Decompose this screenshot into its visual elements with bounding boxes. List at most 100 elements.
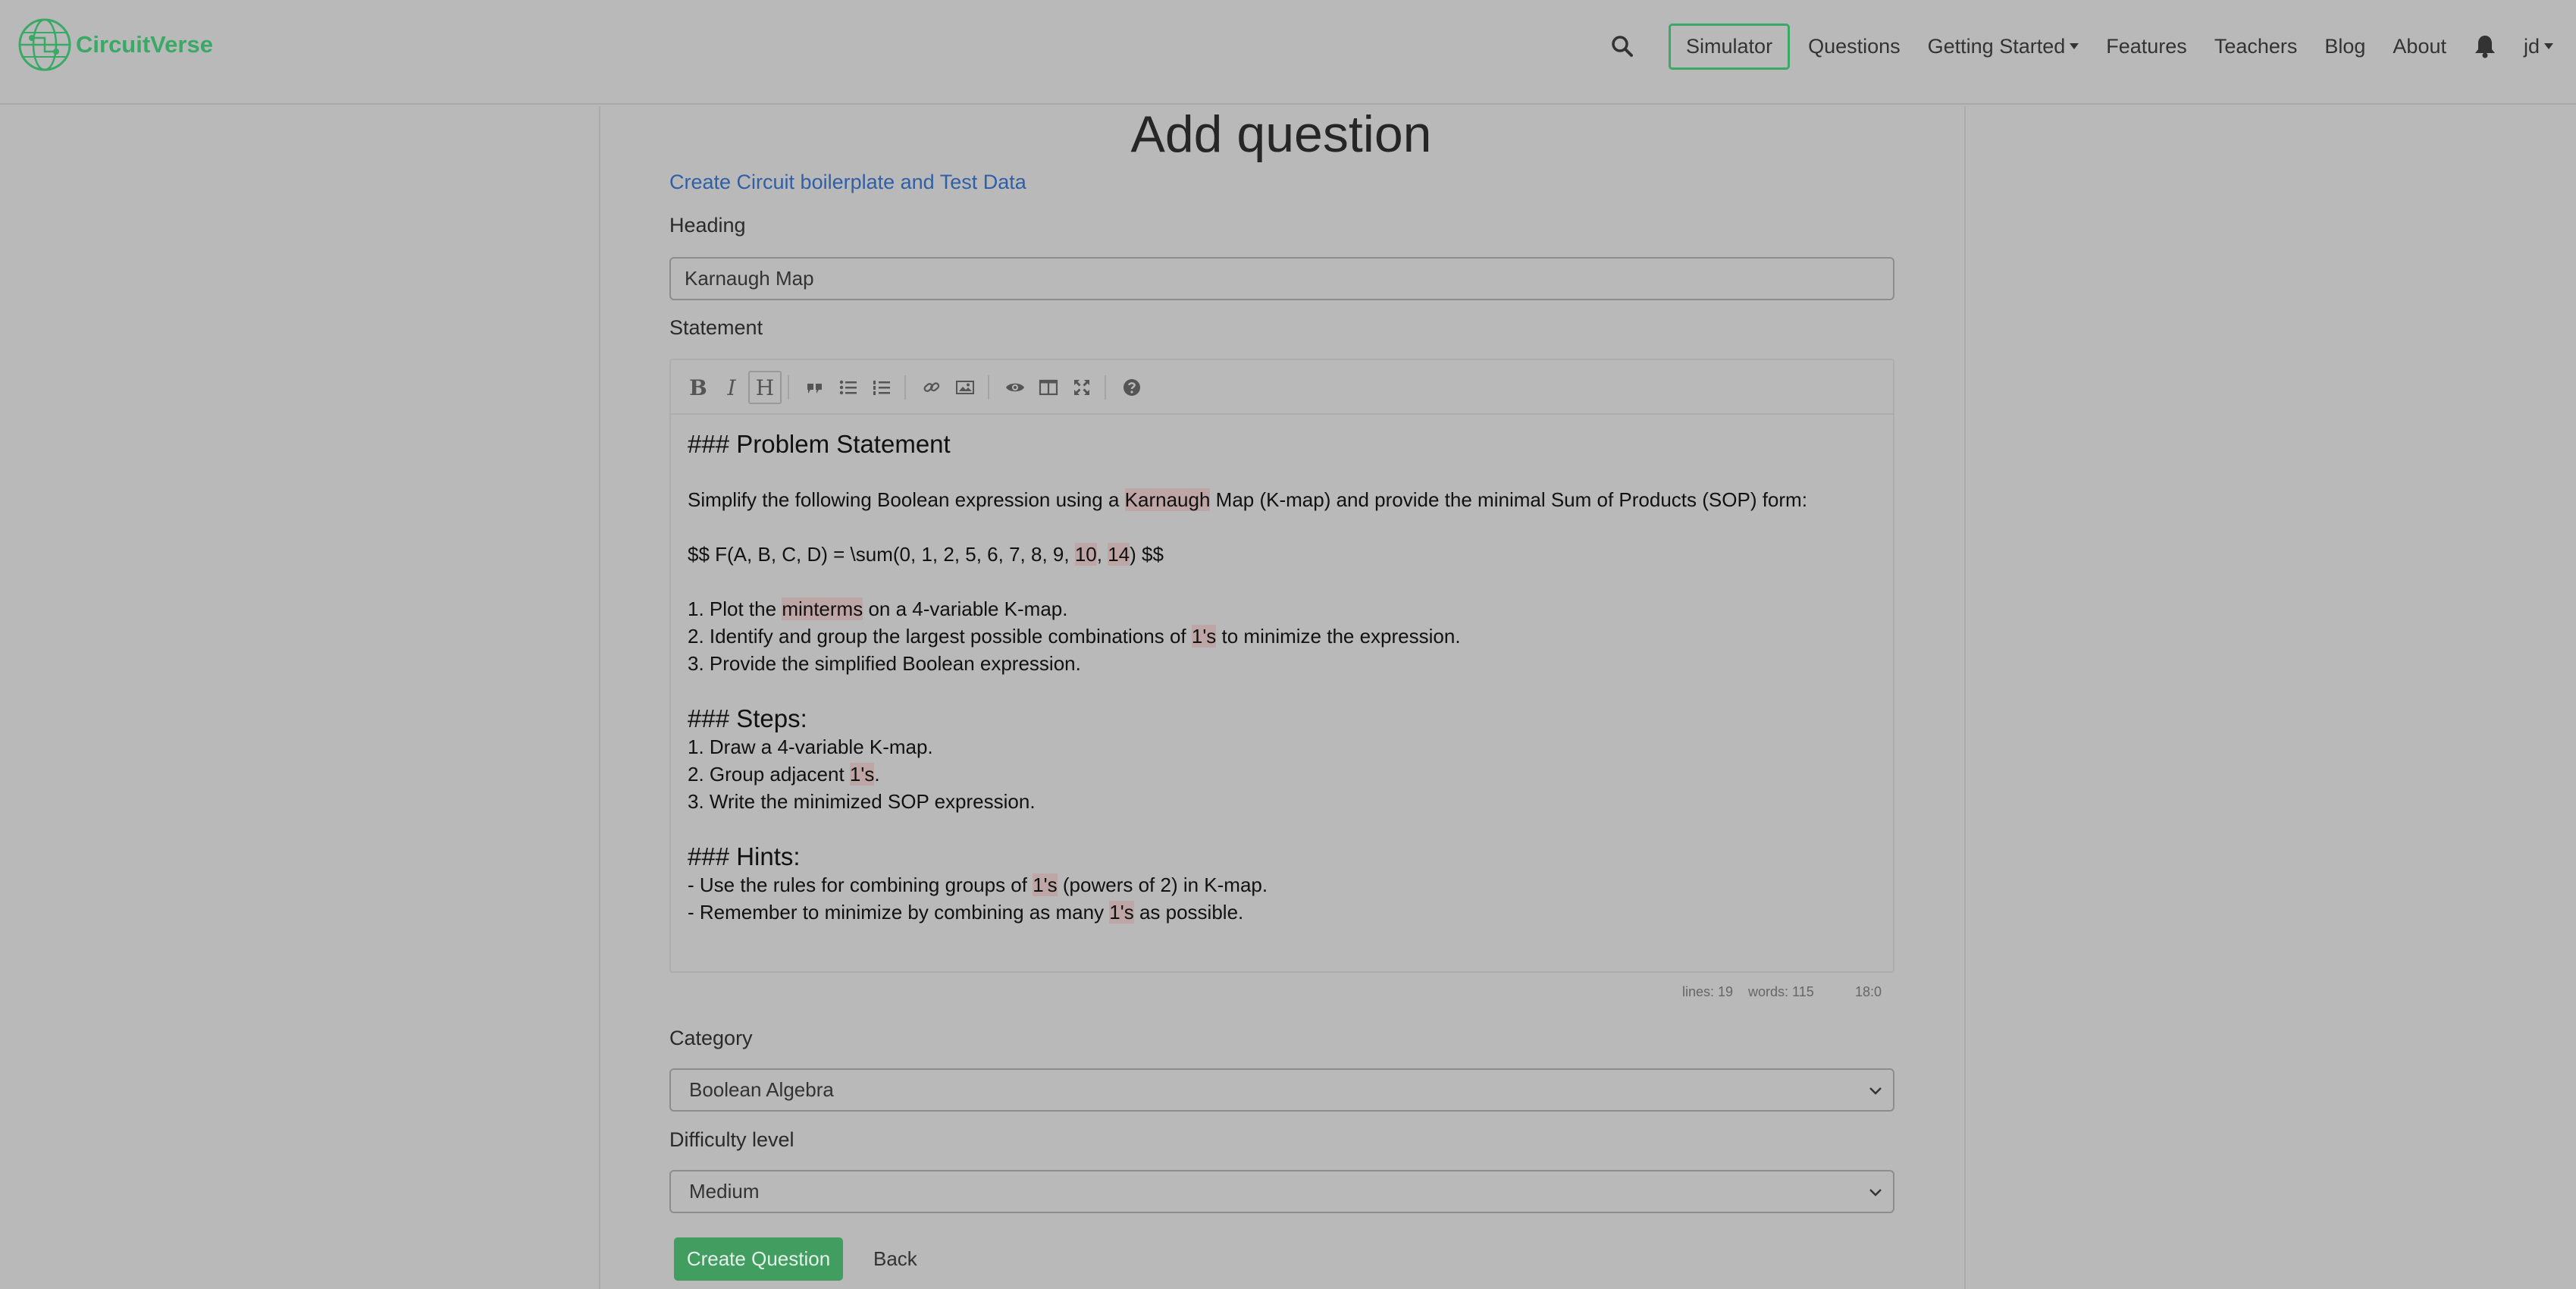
brand-name: CircuitVerse — [76, 31, 213, 58]
ordered-list-button[interactable] — [865, 371, 898, 404]
side-by-side-button[interactable] — [1032, 371, 1065, 404]
spellcheck-highlight: Karnaugh — [1124, 488, 1211, 511]
back-link[interactable]: Back — [873, 1237, 917, 1281]
eye-icon — [1006, 383, 1024, 392]
image-icon — [956, 381, 974, 394]
editor-text: , — [1096, 543, 1108, 566]
category-select[interactable]: Boolean Algebra — [669, 1068, 1894, 1112]
editor-text: (powers of 2) in K-map. — [1057, 873, 1268, 896]
category-label: Category — [669, 1027, 753, 1049]
toolbar-separator — [988, 375, 989, 400]
heading-button[interactable]: H — [748, 371, 782, 404]
editor-content[interactable]: ### Problem Statement Simplify the follo… — [688, 430, 1878, 926]
editor-text: - Use the rules for combining groups of — [688, 873, 1033, 896]
fullscreen-button[interactable] — [1065, 371, 1098, 404]
link-icon — [923, 382, 940, 392]
editor-text: Simplify the following Boolean expressio… — [688, 488, 1125, 511]
bold-button[interactable]: B — [682, 371, 715, 404]
editor-line: - Use the rules for combining groups of … — [688, 871, 1878, 899]
editor-line: 2. Identify and group the largest possib… — [688, 623, 1878, 650]
editor-toolbar: B I H — [671, 360, 1893, 415]
spellcheck-highlight: minterms — [782, 597, 863, 620]
editor-line: 1. Plot the minterms on a 4-variable K-m… — [688, 595, 1878, 623]
markdown-guide-button[interactable] — [1115, 371, 1149, 404]
ordered-list-icon — [873, 381, 890, 395]
editor-line: $$ F(A, B, C, D) = \sum(0, 1, 2, 5, 6, 7… — [688, 541, 1878, 568]
user-menu-dropdown[interactable]: jd — [2524, 35, 2553, 58]
editor-text: Map (K-map) and provide the minimal Sum … — [1210, 488, 1807, 511]
quote-icon — [807, 384, 822, 394]
bold-icon: B — [689, 375, 707, 400]
heading-input[interactable]: Karnaugh Map — [669, 257, 1894, 300]
nav-simulator-button[interactable]: Simulator — [1669, 23, 1791, 70]
heading-label: Heading — [669, 214, 746, 237]
unordered-list-button[interactable] — [832, 371, 865, 404]
spellcheck-highlight: 14 — [1108, 543, 1130, 566]
spellcheck-highlight: 1's — [1109, 901, 1134, 924]
markdown-editor[interactable]: B I H ### Problem Statement Simplify the… — [669, 359, 1894, 973]
difficulty-label: Difficulty level — [669, 1128, 794, 1151]
navbar: CircuitVerse Simulator Questions Getting… — [0, 0, 2576, 105]
editor-text: . — [874, 763, 880, 786]
create-question-button[interactable]: Create Question — [674, 1237, 843, 1281]
editor-status-lines: lines: 19 — [1682, 984, 1734, 999]
nav-getting-started-label: Getting Started — [1927, 34, 2066, 58]
notifications-button[interactable] — [2474, 34, 2496, 58]
search-icon[interactable] — [1611, 35, 1634, 58]
category-selected-value: Boolean Algebra — [689, 1078, 834, 1101]
editor-line: 2. Group adjacent 1's. — [688, 761, 1878, 788]
fullscreen-icon — [1074, 380, 1089, 395]
editor-text: 1. Plot the — [688, 597, 782, 620]
nav-features-link[interactable]: Features — [2106, 35, 2187, 58]
user-menu-label: jd — [2523, 34, 2540, 58]
content-border-right — [1964, 106, 1966, 1289]
heading-icon: H — [755, 375, 775, 400]
columns-icon — [1039, 379, 1058, 396]
statement-label: Statement — [669, 316, 763, 339]
editor-text: to minimize the expression. — [1216, 625, 1461, 648]
editor-text: - Remember to minimize by combining as m… — [688, 901, 1110, 924]
nav-teachers-link[interactable]: Teachers — [2214, 35, 2298, 58]
editor-text: 2. Identify and group the largest possib… — [688, 625, 1192, 648]
preview-button[interactable] — [998, 371, 1032, 404]
boilerplate-link[interactable]: Create Circuit boilerplate and Test Data — [669, 171, 1026, 194]
nav-getting-started-dropdown[interactable]: Getting Started — [1928, 35, 2079, 58]
image-button[interactable] — [948, 371, 982, 404]
editor-text: ) $$ — [1130, 543, 1164, 566]
nav-blog-link[interactable]: Blog — [2324, 35, 2365, 58]
editor-status-cursor: 18:0 — [1855, 984, 1882, 999]
editor-status-words: words: 115 — [1748, 984, 1814, 999]
editor-line: ### Steps: — [688, 704, 807, 732]
spellcheck-highlight: 10 — [1074, 543, 1097, 566]
editor-line: 3. Provide the simplified Boolean expres… — [688, 652, 1081, 675]
circuitverse-logo-icon — [18, 18, 71, 71]
editor-text: $$ F(A, B, C, D) = \sum(0, 1, 2, 5, 6, 7… — [688, 543, 1075, 566]
unordered-list-icon — [839, 380, 857, 395]
caret-down-icon — [2544, 43, 2553, 49]
italic-button[interactable]: I — [715, 371, 748, 404]
spellcheck-highlight: 1's — [1191, 625, 1217, 648]
toolbar-separator — [1105, 375, 1106, 400]
question-circle-icon — [1123, 379, 1140, 396]
quote-button[interactable] — [798, 371, 832, 404]
difficulty-select[interactable]: Medium — [669, 1170, 1894, 1213]
editor-line: ### Hints: — [688, 842, 801, 870]
editor-line: 1. Draw a 4-variable K-map. — [688, 735, 933, 758]
caret-down-icon — [2070, 43, 2079, 49]
editor-text: on a 4-variable K-map. — [863, 597, 1068, 620]
heading-input-value: Karnaugh Map — [685, 267, 814, 290]
editor-text: 2. Group adjacent — [688, 763, 850, 786]
toolbar-separator — [788, 375, 789, 400]
italic-icon: I — [727, 375, 736, 400]
link-button[interactable] — [915, 371, 948, 404]
editor-line: Simplify the following Boolean expressio… — [688, 486, 1878, 513]
nav-questions-link[interactable]: Questions — [1808, 35, 1901, 58]
chevron-down-icon — [1869, 1189, 1882, 1196]
spellcheck-highlight: 1's — [1033, 873, 1058, 896]
page-title: Add question — [1130, 105, 1432, 163]
bell-icon — [2474, 36, 2495, 58]
brand-link[interactable]: CircuitVerse — [17, 17, 213, 73]
editor-text: as possible. — [1133, 901, 1244, 924]
toolbar-separator — [904, 375, 906, 400]
nav-about-link[interactable]: About — [2393, 35, 2446, 58]
